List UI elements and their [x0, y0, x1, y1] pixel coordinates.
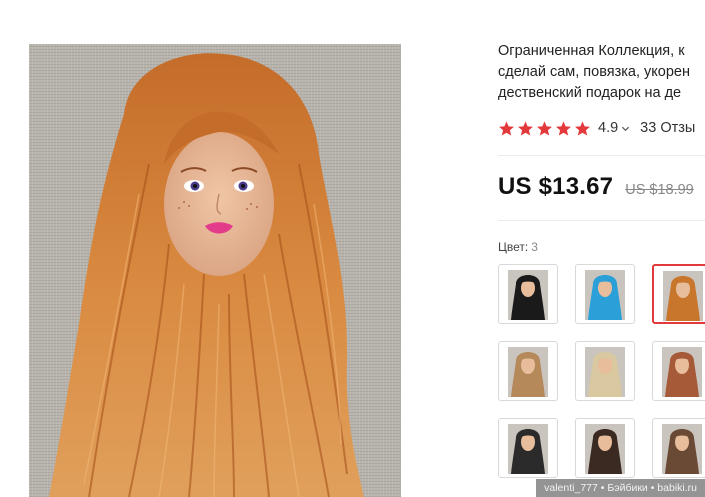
divider [498, 220, 705, 221]
watermark: valenti_777 • Бэйбики • babiki.ru [536, 479, 705, 497]
main-product-image[interactable] [29, 44, 401, 497]
swatch-blue-hair[interactable] [575, 264, 635, 324]
divider [498, 155, 705, 156]
product-title-line-2: сделай сам, повязка, укорен [498, 64, 690, 80]
swatch-thumbnail [662, 424, 702, 474]
star-icon [537, 120, 552, 135]
swatch-light-brown-hair[interactable] [498, 341, 558, 401]
swatch-black-hair[interactable] [498, 264, 558, 324]
rating-row[interactable]: 4.9 33 Отзы [498, 118, 695, 138]
reviews-link[interactable]: 33 Отзы [640, 120, 695, 136]
swatch-thumbnail [508, 270, 548, 320]
star-icon [499, 120, 514, 135]
swatch-ginger-hair[interactable] [652, 264, 705, 324]
swatch-short-dark-hair[interactable] [575, 418, 635, 478]
current-price: US $13.67 [498, 173, 614, 200]
swatch-thumbnail [662, 347, 702, 397]
swatch-thumbnail [663, 271, 703, 321]
star-icon [518, 120, 533, 135]
swatch-thumbnail [508, 424, 548, 474]
product-title-line-1: Ограниченная Коллекция, к [498, 43, 685, 59]
original-price: US $18.99 [625, 182, 694, 198]
rating-stars [498, 120, 593, 137]
color-label-text: Цвет: [498, 240, 529, 254]
star-icon [556, 120, 571, 135]
doll-head-photo [49, 53, 364, 497]
star-icon [575, 120, 590, 135]
swatch-thumbnail [508, 347, 548, 397]
color-count: 3 [531, 240, 538, 254]
color-label: Цвет: 3 [498, 240, 538, 254]
product-info-panel: Ограниченная Коллекция, к сделай сам, по… [498, 0, 705, 497]
swatch-thumbnail [585, 270, 625, 320]
swatch-thumbnail [585, 424, 625, 474]
chevron-down-icon[interactable] [621, 124, 630, 133]
swatch-thumbnail [585, 347, 625, 397]
price-row: US $13.67 US $18.99 [498, 173, 694, 201]
swatch-curly-hair[interactable] [652, 418, 705, 478]
swatch-dark-hair-head[interactable] [498, 418, 558, 478]
swatch-blonde-hair[interactable] [575, 341, 635, 401]
swatch-auburn-hair[interactable] [652, 341, 705, 401]
product-title[interactable]: Ограниченная Коллекция, к сделай сам, по… [498, 41, 705, 104]
product-title-line-3: дественский подарок на де [498, 85, 682, 101]
rating-value: 4.9 [598, 120, 619, 136]
